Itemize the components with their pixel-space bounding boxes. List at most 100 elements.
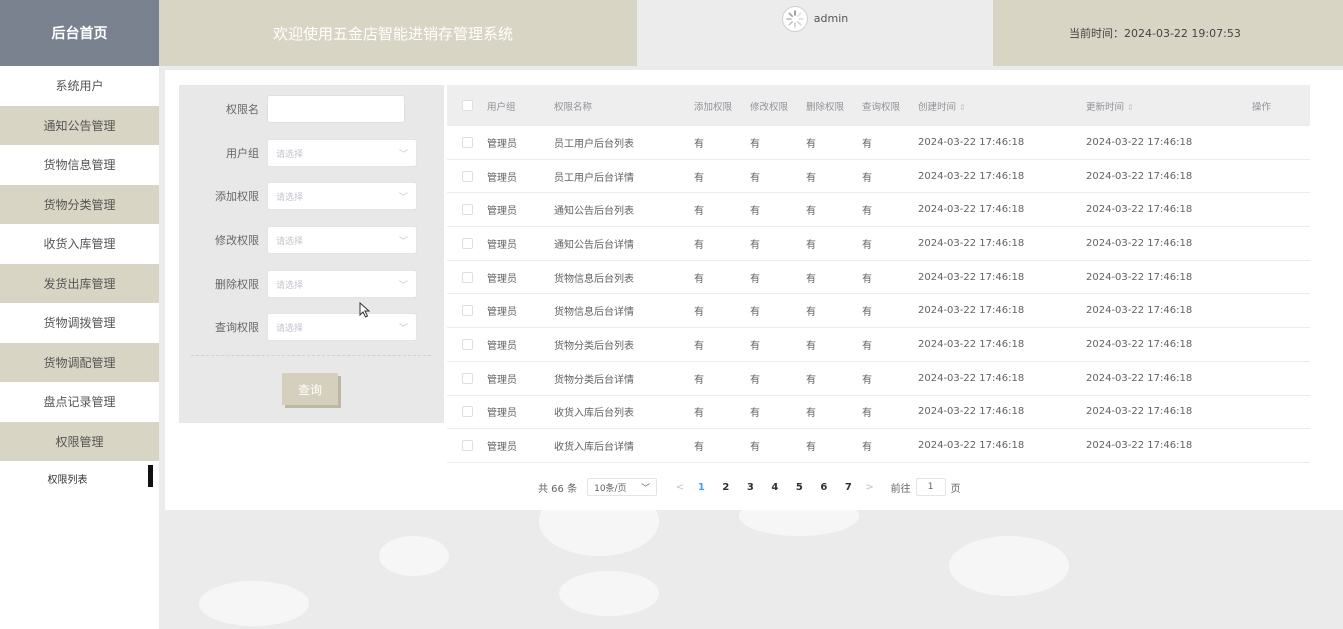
modify-permission-select[interactable]: 请选择 ﹀	[267, 226, 417, 254]
sort-icon[interactable]: ⇕	[959, 103, 966, 112]
select-placeholder: 请选择	[276, 323, 304, 334]
table-row[interactable]: 管理员 货物分类后台详情 有 有 有 有 2024-03-22 17:46:18 2024-0…	[447, 362, 1310, 396]
row-checkbox-cell	[447, 406, 487, 418]
add-permission-select[interactable]: 请选择 ﹀	[267, 182, 417, 210]
time-value: 2024-03-22 19:07:53	[1124, 26, 1241, 40]
page-6[interactable]: 6	[812, 482, 837, 493]
sidebar-item-inventory[interactable]: 盘点记录管理	[0, 382, 159, 422]
mouse-pointer-icon	[359, 302, 371, 318]
cell-add: 有	[694, 273, 704, 285]
table-row[interactable]: 管理员 通知公告后台详情 有 有 有 有 2024-03-22 17:46:18 2024-0…	[447, 227, 1310, 261]
cell-name: 通知公告后台列表	[554, 206, 634, 218]
row-checkbox[interactable]	[461, 406, 473, 418]
sort-icon[interactable]: ⇕	[1127, 103, 1134, 112]
next-page-button[interactable]: >	[861, 482, 879, 493]
user-info[interactable]: admin	[637, 0, 993, 66]
row-checkbox[interactable]	[461, 372, 473, 384]
row-checkbox[interactable]	[461, 170, 473, 182]
field-query-permission: 查询权限 请选择 ﹀	[179, 313, 444, 341]
cell-created: 2024-03-22 17:46:18	[918, 204, 1025, 216]
table-row[interactable]: 管理员 收货入库后台详情 有 有 有 有 2024-03-22 17:46:18 2024-0…	[447, 429, 1310, 463]
page-2[interactable]: 2	[714, 482, 739, 493]
cell-add: 有	[694, 374, 704, 386]
select-all-checkbox[interactable]	[461, 100, 473, 111]
row-checkbox[interactable]	[461, 305, 473, 317]
jump-suffix: 页	[950, 483, 961, 495]
header-updated-sortable[interactable]: 更新时间 ⇕	[1086, 99, 1252, 113]
decor-bubble	[199, 581, 309, 626]
row-checkbox-cell	[447, 271, 487, 283]
field-label: 添加权限	[215, 190, 259, 203]
row-checkbox[interactable]	[461, 237, 473, 249]
cell-name: 货物信息后台列表	[554, 273, 634, 285]
cell-query: 有	[862, 340, 872, 352]
sidebar-item-system-users[interactable]: 系统用户	[0, 66, 159, 106]
sidebar-item-shipping[interactable]: 发货出库管理	[0, 263, 159, 303]
prev-page-button[interactable]: <	[671, 482, 689, 493]
jump-page-input[interactable]: 1	[915, 478, 946, 496]
sidebar-item-goods-category[interactable]: 货物分类管理	[0, 184, 159, 224]
user-group-select[interactable]: 请选择 ﹀	[267, 139, 417, 167]
cell-updated: 2024-03-22 17:46:18	[1086, 271, 1193, 283]
header-created-sortable[interactable]: 创建时间 ⇕	[918, 99, 1086, 113]
sidebar-item-receiving[interactable]: 收货入库管理	[0, 224, 159, 264]
cell-updated: 2024-03-22 17:46:18	[1086, 406, 1193, 418]
search-button[interactable]: 查询	[282, 373, 338, 405]
sidebar-item-notice[interactable]: 通知公告管理	[0, 105, 159, 145]
field-delete-permission: 删除权限 请选择 ﹀	[179, 270, 444, 298]
chevron-down-icon: ﹀	[398, 149, 408, 160]
delete-permission-select[interactable]: 请选择 ﹀	[267, 270, 417, 298]
page-3[interactable]: 3	[738, 482, 763, 493]
header-name: 权限名称	[554, 101, 593, 113]
table-row[interactable]: 管理员 货物分类后台列表 有 有 有 有 2024-03-22 17:46:18 2024-0…	[447, 328, 1310, 362]
welcome-title: 欢迎使用五金店智能进销存管理系统	[159, 0, 637, 66]
page-5[interactable]: 5	[787, 482, 812, 493]
table-row[interactable]: 管理员 员工用户后台列表 有 有 有 有 2024-03-22 17:46:18 2024-0…	[447, 126, 1310, 160]
select-placeholder: 请选择	[276, 192, 304, 203]
page-1[interactable]: 1	[689, 482, 714, 493]
row-checkbox[interactable]	[461, 271, 473, 283]
query-permission-select[interactable]: 请选择 ﹀	[267, 313, 417, 341]
header-group: 用户组	[487, 101, 516, 113]
cell-query: 有	[862, 239, 872, 251]
field-user-group: 用户组 请选择 ﹀	[179, 139, 444, 167]
cell-name: 通知公告后台详情	[554, 239, 634, 251]
sidebar-subitem-permission-list[interactable]: 权限列表	[0, 461, 159, 495]
cell-query: 有	[862, 172, 872, 184]
header-modify: 修改权限	[750, 101, 789, 113]
sidebar-item-permissions[interactable]: 权限管理	[0, 421, 159, 461]
cell-delete: 有	[806, 239, 816, 251]
cell-add: 有	[694, 408, 704, 420]
header-query: 查询权限	[862, 101, 901, 113]
sidebar-item-allocation[interactable]: 货物调配管理	[0, 342, 159, 382]
sidebar-item-transfer[interactable]: 货物调拨管理	[0, 303, 159, 343]
avatar-icon[interactable]	[781, 6, 808, 32]
page-7[interactable]: 7	[836, 482, 861, 493]
row-checkbox[interactable]	[461, 338, 473, 350]
cell-modify: 有	[750, 206, 760, 218]
cell-modify: 有	[750, 340, 760, 352]
table-row[interactable]: 管理员 收货入库后台列表 有 有 有 有 2024-03-22 17:46:18 2024-0…	[447, 396, 1310, 430]
permission-name-input[interactable]	[267, 95, 405, 123]
home-link[interactable]: 后台首页	[0, 0, 159, 66]
table-row[interactable]: 管理员 通知公告后台列表 有 有 有 有 2024-03-22 17:46:18 2024-0…	[447, 193, 1310, 228]
pagination-total: 共 66 条	[538, 483, 578, 495]
time-label: 当前时间：	[1069, 27, 1124, 40]
row-checkbox-cell	[447, 338, 487, 350]
cell-name: 货物信息后台详情	[554, 307, 634, 319]
table-row[interactable]: 管理员 货物信息后台列表 有 有 有 有 2024-03-22 17:46:18 2024-0…	[447, 261, 1310, 295]
row-checkbox[interactable]	[461, 136, 473, 148]
cell-delete: 有	[806, 408, 816, 420]
page-size-select[interactable]: 10条/页 ﹀	[587, 478, 658, 496]
cell-modify: 有	[750, 138, 760, 150]
page-4[interactable]: 4	[763, 482, 788, 493]
cell-delete: 有	[806, 273, 816, 285]
cell-query: 有	[862, 442, 872, 454]
cell-updated: 2024-03-22 17:46:18	[1086, 372, 1193, 384]
table-row[interactable]: 管理员 货物信息后台详情 有 有 有 有 2024-03-22 17:46:18 2024-0…	[447, 294, 1310, 329]
sidebar-item-goods-info[interactable]: 货物信息管理	[0, 145, 159, 185]
table-row[interactable]: 管理员 员工用户后台详情 有 有 有 有 2024-03-22 17:46:18 2024-0…	[447, 160, 1310, 194]
cell-updated: 2024-03-22 17:46:18	[1086, 237, 1193, 249]
row-checkbox[interactable]	[461, 440, 473, 452]
row-checkbox[interactable]	[461, 204, 473, 216]
